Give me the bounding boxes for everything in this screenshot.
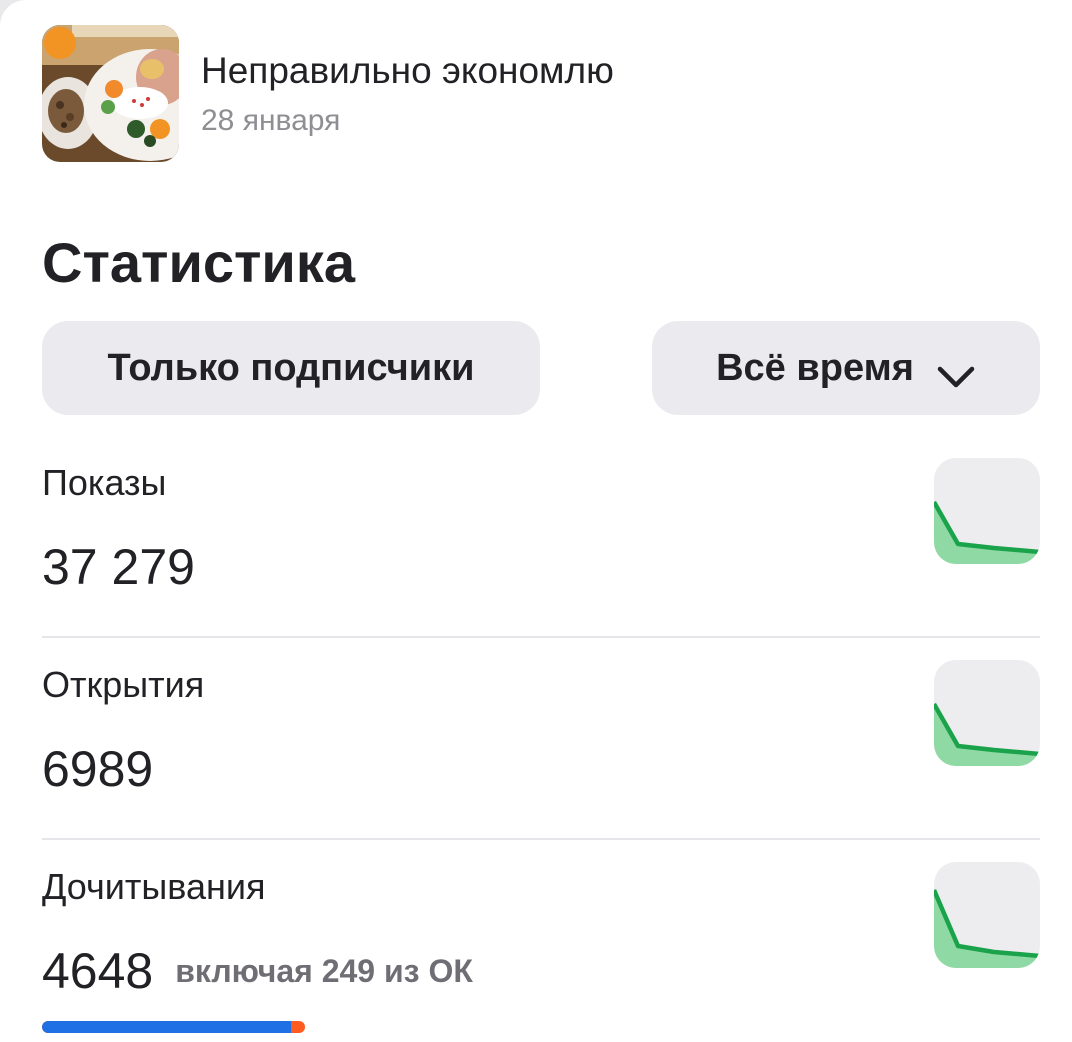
period-label: Всё время [716,346,914,389]
stat-value: 6989 [42,741,154,797]
sparkline-icon[interactable] [934,660,1040,766]
stat-row-opens[interactable]: Открытия 6989 [42,660,1040,797]
article-thumbnail [42,25,179,162]
stat-value: 37 279 [42,539,195,595]
stat-label: Открытия [42,664,205,705]
article-header[interactable]: Неправильно экономлю 28 января [42,25,614,162]
sparkline-icon[interactable] [934,458,1040,564]
period-dropdown[interactable]: Всё время [652,321,1040,415]
divider [42,636,1040,638]
subscribers-only-label: Только подписчики [107,346,475,389]
stat-label: Показы [42,462,167,503]
stat-value-number: 4648 [42,943,154,999]
stat-value-note: включая 249 из ОК [175,953,473,989]
article-title: Неправильно экономлю [201,49,614,91]
reads-breakdown-main-fill [42,1021,291,1033]
chevron-down-icon [936,356,976,388]
window-corner [0,0,40,40]
divider [42,838,1040,840]
stat-label: Дочитывания [42,866,266,907]
stat-row-impressions[interactable]: Показы 37 279 [42,458,1040,595]
statistics-screen: Неправильно экономлю 28 января Статистик… [0,0,1072,1042]
article-date: 28 января [201,103,341,137]
page-title: Статистика [42,231,356,294]
subscribers-only-button[interactable]: Только подписчики [42,321,540,415]
stat-row-reads[interactable]: Дочитывания 4648 включая 249 из ОК [42,862,1040,1005]
stat-value: 4648 включая 249 из ОК [42,941,473,1001]
sparkline-icon[interactable] [934,862,1040,968]
reads-breakdown-bar [42,1021,305,1033]
